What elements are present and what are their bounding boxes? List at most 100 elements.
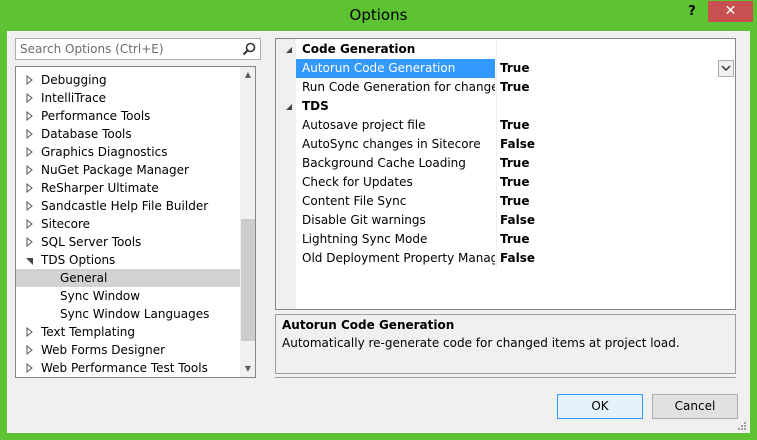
category-label: TDS bbox=[302, 99, 329, 113]
tree-item[interactable]: Text Templating bbox=[16, 323, 240, 341]
tree-item[interactable]: Web Performance Test Tools bbox=[16, 359, 240, 377]
triangle-right-icon[interactable] bbox=[25, 323, 35, 341]
description-text: Automatically re-generate code for chang… bbox=[282, 336, 680, 350]
tree-item-label: Debugging bbox=[41, 73, 107, 87]
tree-item-label: ReSharper Ultimate bbox=[41, 181, 159, 195]
tree-item[interactable]: Web Forms Designer bbox=[16, 341, 240, 359]
tree-item-label: Performance Tools bbox=[41, 109, 151, 123]
tree-item[interactable]: NuGet Package Manager bbox=[16, 161, 240, 179]
property-name[interactable]: AutoSync changes in Sitecore bbox=[296, 135, 495, 154]
tree-item[interactable]: Database Tools bbox=[16, 125, 240, 143]
triangle-right-icon[interactable] bbox=[25, 161, 35, 179]
tree-item-label: General bbox=[60, 271, 108, 285]
value-dropdown-button[interactable] bbox=[718, 60, 734, 77]
property-name[interactable]: Autorun Code Generation bbox=[296, 59, 495, 78]
tree-item[interactable]: ReSharper Ultimate bbox=[16, 179, 240, 197]
collapse-triangle-icon[interactable] bbox=[285, 103, 293, 111]
tree-item[interactable]: SQL Server Tools bbox=[16, 233, 240, 251]
tree-item-label: Sync Window Languages bbox=[60, 307, 210, 321]
close-button[interactable]: ✕ bbox=[708, 1, 753, 22]
property-name[interactable]: Check for Updates bbox=[296, 173, 495, 192]
property-value[interactable]: True bbox=[497, 59, 735, 78]
tree-item-label: IntelliTrace bbox=[41, 91, 107, 105]
property-value[interactable]: True bbox=[497, 154, 735, 173]
property-row[interactable]: Run Code Generation for changes True bbox=[276, 78, 735, 97]
options-window: Options ? ✕ Debugging IntelliTrace Perform… bbox=[0, 0, 757, 440]
property-name[interactable]: Old Deployment Property Manager bbox=[296, 249, 495, 268]
property-row[interactable]: Old Deployment Property Manager False bbox=[276, 249, 735, 268]
property-row[interactable]: Check for Updates True bbox=[276, 173, 735, 192]
property-name[interactable]: Background Cache Loading bbox=[296, 154, 495, 173]
options-tree: Debugging IntelliTrace Performance Tools Da… bbox=[15, 66, 256, 378]
triangle-right-icon[interactable] bbox=[25, 125, 35, 143]
property-row[interactable]: Lightning Sync Mode True bbox=[276, 230, 735, 249]
description-title: Autorun Code Generation bbox=[282, 318, 455, 332]
tree-item-label: Database Tools bbox=[41, 127, 132, 141]
property-name[interactable]: Autosave project file bbox=[296, 116, 495, 135]
property-row[interactable]: Background Cache Loading True bbox=[276, 154, 735, 173]
property-value[interactable]: False bbox=[497, 135, 735, 154]
triangle-right-icon[interactable] bbox=[25, 233, 35, 251]
property-name[interactable]: Run Code Generation for changes bbox=[296, 78, 495, 97]
triangle-right-icon[interactable] bbox=[25, 179, 35, 197]
property-name[interactable]: Disable Git warnings bbox=[296, 211, 495, 230]
property-value[interactable]: True bbox=[497, 116, 735, 135]
search-input[interactable] bbox=[16, 39, 236, 59]
property-grid: Code Generation Autorun Code Generation Tr… bbox=[275, 38, 736, 310]
triangle-right-icon[interactable] bbox=[25, 107, 35, 125]
tree-item-label: TDS Options bbox=[41, 253, 116, 267]
search-box[interactable] bbox=[15, 38, 261, 60]
tree-item-label: Text Templating bbox=[41, 325, 136, 339]
property-value[interactable]: False bbox=[497, 211, 735, 230]
property-row[interactable]: Disable Git warnings False bbox=[276, 211, 735, 230]
tree-item[interactable]: Sandcastle Help File Builder bbox=[16, 197, 240, 215]
triangle-right-icon[interactable] bbox=[25, 341, 35, 359]
tree-item[interactable]: IntelliTrace bbox=[16, 89, 240, 107]
collapse-triangle-icon[interactable] bbox=[285, 46, 293, 54]
tree-item-label: Graphics Diagnostics bbox=[41, 145, 168, 159]
ok-button[interactable]: OK bbox=[557, 394, 643, 419]
tree-item[interactable]: Sync Window bbox=[16, 287, 240, 305]
title-bar[interactable]: Options ? ✕ bbox=[0, 0, 757, 31]
triangle-right-icon[interactable] bbox=[25, 215, 35, 233]
property-name[interactable]: Lightning Sync Mode bbox=[296, 230, 495, 249]
tree-item-label: SQL Server Tools bbox=[41, 235, 142, 249]
property-row[interactable]: Autosave project file True bbox=[276, 116, 735, 135]
property-category[interactable]: TDS bbox=[276, 97, 735, 116]
triangle-right-icon[interactable] bbox=[25, 143, 35, 161]
tree-item[interactable]: General bbox=[16, 269, 240, 287]
property-value[interactable]: False bbox=[497, 249, 735, 268]
property-row[interactable]: AutoSync changes in Sitecore False bbox=[276, 135, 735, 154]
tree-item[interactable]: Graphics Diagnostics bbox=[16, 143, 240, 161]
help-button[interactable]: ? bbox=[682, 2, 702, 22]
triangle-right-icon[interactable] bbox=[25, 89, 35, 107]
resize-grip-icon[interactable] bbox=[737, 421, 747, 431]
window-title: Options bbox=[349, 6, 408, 24]
scroll-down-icon[interactable]: ▼ bbox=[240, 361, 255, 377]
tree-item-label: Web Performance Test Tools bbox=[41, 361, 208, 375]
tree-item[interactable]: Performance Tools bbox=[16, 107, 240, 125]
search-icon[interactable] bbox=[242, 42, 256, 56]
property-category[interactable]: Code Generation bbox=[276, 40, 735, 59]
tree-scrollbar[interactable]: ▲ ▼ bbox=[240, 67, 255, 377]
triangle-down-icon[interactable] bbox=[25, 251, 35, 269]
tree-item-label: Web Forms Designer bbox=[41, 343, 166, 357]
tree-item[interactable]: Sync Window Languages bbox=[16, 305, 240, 323]
scroll-up-icon[interactable]: ▲ bbox=[240, 67, 255, 83]
triangle-right-icon[interactable] bbox=[25, 197, 35, 215]
tree-item[interactable]: Debugging bbox=[16, 71, 240, 89]
scrollbar-thumb[interactable] bbox=[241, 219, 255, 341]
property-value[interactable]: True bbox=[497, 173, 735, 192]
triangle-right-icon[interactable] bbox=[25, 71, 35, 89]
property-value[interactable]: True bbox=[497, 192, 735, 211]
category-label: Code Generation bbox=[302, 42, 416, 56]
cancel-button[interactable]: Cancel bbox=[652, 394, 738, 419]
property-name[interactable]: Content File Sync bbox=[296, 192, 495, 211]
property-value[interactable]: True bbox=[497, 78, 735, 97]
property-row[interactable]: Autorun Code Generation True bbox=[276, 59, 735, 78]
property-value[interactable]: True bbox=[497, 230, 735, 249]
triangle-right-icon[interactable] bbox=[25, 359, 35, 377]
tree-item[interactable]: TDS Options bbox=[16, 251, 240, 269]
tree-item[interactable]: Sitecore bbox=[16, 215, 240, 233]
property-row[interactable]: Content File Sync True bbox=[276, 192, 735, 211]
